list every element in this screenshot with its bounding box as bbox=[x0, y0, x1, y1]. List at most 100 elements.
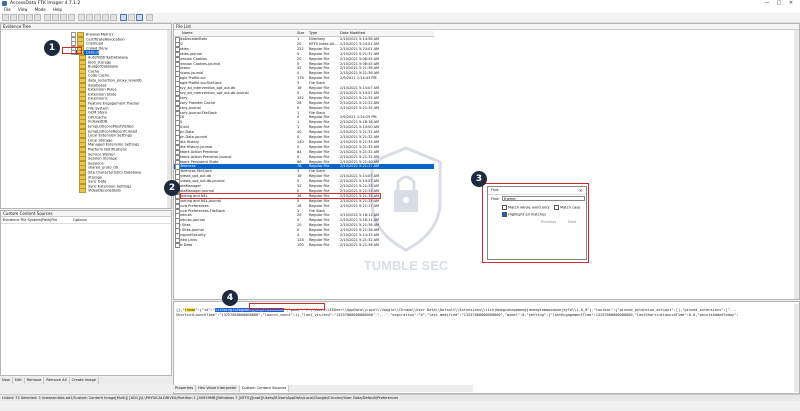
decrypt-icon[interactable] bbox=[86, 14, 93, 21]
file-name: Login Data-journal bbox=[175, 135, 207, 141]
remove-all-icon[interactable] bbox=[34, 14, 41, 21]
file-name-text: heavy_ad_intervention_opt_out.db bbox=[175, 86, 236, 90]
column-date-modified[interactable]: Date Modified bbox=[340, 31, 365, 36]
export-logical-image-icon[interactable] bbox=[60, 14, 67, 21]
hex-view-icon[interactable] bbox=[136, 14, 143, 21]
menu-mode[interactable]: Mode bbox=[35, 7, 46, 12]
preferences-row-highlight bbox=[180, 193, 381, 199]
column-type[interactable]: Type bbox=[309, 31, 317, 36]
file-row[interactable]: Favicons 52 Regular File 2/10/2021 5:21:36 … bbox=[174, 66, 434, 72]
file-row[interactable]: LOCK 0 Regular File 2/9/2021 1:24:25 PM bbox=[174, 115, 434, 121]
maximize-button[interactable]: □ bbox=[774, 0, 784, 7]
file-row[interactable]: Google Profile.ico.FileSlack 3 File Slack bbox=[174, 81, 434, 87]
file-type: File Slack bbox=[309, 110, 326, 115]
file-name-text: previews_opt_out.db-journal bbox=[175, 179, 225, 184]
export-files-icon[interactable] bbox=[94, 14, 101, 21]
menu-file[interactable]: File bbox=[4, 7, 11, 12]
file-row[interactable]: LOG 1 Regular File 2/10/2021 5:18:18 AM bbox=[174, 120, 434, 126]
create-custom-content-image-icon[interactable] bbox=[78, 14, 85, 21]
image-mounting-icon[interactable] bbox=[18, 14, 25, 21]
search-match-theme: theme bbox=[184, 308, 196, 312]
remove-all-button[interactable]: Remove All bbox=[44, 377, 70, 384]
file-row[interactable]: Cookies-journal 0 Regular File 2/10/2021 5:… bbox=[174, 51, 434, 58]
hex-scrollbar[interactable] bbox=[794, 304, 799, 392]
file-date: 2/10/2021 5:21:32 AM bbox=[340, 51, 380, 56]
file-name: VideoDecodeStats bbox=[175, 37, 207, 43]
file-name: Network Action Predictor bbox=[175, 149, 218, 156]
file-row[interactable]: History Provider Cache 26 Regular File 2/10… bbox=[174, 100, 434, 107]
file-icon bbox=[175, 242, 180, 249]
menu-view[interactable]: View bbox=[18, 7, 28, 12]
remove-button[interactable]: Remove bbox=[25, 377, 45, 384]
file-name: Shortcuts-journal bbox=[175, 218, 205, 224]
file-row[interactable]: Login Data-journal 0 Regular File 2/10/2021… bbox=[174, 135, 434, 141]
file-size: 1 bbox=[297, 110, 300, 115]
help-icon[interactable] bbox=[146, 14, 153, 21]
file-name-text: History Provider Cache bbox=[175, 100, 215, 105]
file-row[interactable]: $I30 20 NTFS Index All...2/10/2021 5:24:01… bbox=[174, 41, 434, 48]
tab-custom-content-sources[interactable]: Custom Content Sources bbox=[239, 385, 290, 392]
file-size: 52 bbox=[297, 66, 302, 71]
file-size: 16 bbox=[297, 203, 302, 208]
tab-properties[interactable]: Properties bbox=[173, 385, 197, 392]
file-size: 0 bbox=[297, 179, 300, 184]
file-name: LOCK bbox=[175, 115, 184, 121]
file-row[interactable]: History 192 Regular File 2/10/2021 5:21:35 … bbox=[174, 95, 434, 102]
file-date: 2/10/2021 5:14:07 AM bbox=[340, 90, 380, 95]
window-title: AccessData FTK Imager 4.7.1.2 bbox=[10, 1, 81, 6]
file-list-scrollbar[interactable] bbox=[794, 30, 799, 299]
add-evidence-icon[interactable] bbox=[2, 14, 9, 21]
column-size[interactable]: Size bbox=[297, 31, 304, 36]
file-type: Regular File bbox=[309, 125, 330, 130]
export-hash-list-icon[interactable] bbox=[102, 14, 109, 21]
file-name: History Provider Cache bbox=[175, 100, 215, 107]
file-name: Media History bbox=[175, 139, 199, 146]
file-row[interactable]: Login Data 40 Regular File 2/10/2021 5:21:3… bbox=[174, 130, 434, 136]
file-row[interactable]: Google Profile.ico 178 Regular File 2/9/202… bbox=[174, 76, 434, 82]
file-row[interactable]: History-journal 0 Regular File 2/10/2021 5:… bbox=[174, 105, 434, 112]
file-name: Preferences.FileSlack bbox=[175, 169, 212, 175]
file-size: 0 bbox=[297, 135, 300, 139]
file-date: 2/10/2021 5:24:01 AM bbox=[340, 46, 380, 51]
file-type: Regular File bbox=[309, 228, 330, 233]
minimize-button[interactable]: — bbox=[762, 0, 772, 7]
file-row[interactable]: heavy_ad_intervention_opt_out.db-journal… bbox=[174, 90, 434, 97]
file-type: Regular File bbox=[309, 86, 330, 90]
edit-button[interactable]: Edit bbox=[13, 377, 25, 384]
file-row[interactable]: Extension Cookies-journal 0 Regular File 2/… bbox=[174, 61, 434, 67]
column-name[interactable]: Name bbox=[182, 31, 193, 36]
export-disk-image-icon[interactable] bbox=[52, 14, 59, 21]
menu-help[interactable]: Help bbox=[53, 7, 62, 12]
create-image-icon[interactable] bbox=[44, 14, 51, 21]
close-button[interactable]: ✕ bbox=[786, 0, 796, 7]
file-size: 0 bbox=[297, 61, 300, 66]
auto-view-icon[interactable] bbox=[120, 14, 127, 21]
file-size: 78 bbox=[297, 164, 302, 169]
custom-content-panel: Custom Content Sources Evidence File Sys… bbox=[0, 210, 172, 376]
file-name: Google Profile.ico bbox=[175, 76, 206, 82]
new-button[interactable]: New bbox=[0, 377, 13, 384]
file-row[interactable]: Extension Cookies 20 Regular File 2/10/2021… bbox=[174, 56, 434, 63]
file-row[interactable]: heavy_ad_intervention_opt_out.db 16 Regula… bbox=[174, 86, 434, 92]
file-row[interactable]: Favicons-journal 0 Regular File 2/10/2021 5… bbox=[174, 71, 434, 77]
remove-evidence-icon[interactable] bbox=[26, 14, 33, 21]
file-type: Regular File bbox=[309, 149, 330, 154]
verify-drive-icon[interactable] bbox=[110, 14, 117, 21]
bottom-tabs: Properties Hex Value Interpreter Custom Co… bbox=[173, 385, 473, 392]
file-row[interactable]: Cookies 252 Regular File 2/10/2021 5:24:01 … bbox=[174, 46, 434, 53]
file-size: 0 bbox=[297, 90, 300, 95]
file-row[interactable]: LOG.old 1 Regular File 2/10/2021 5:14:00 AM bbox=[174, 125, 434, 131]
tree-item[interactable]: VideoDecodeStats bbox=[79, 188, 121, 194]
file-name: Favicons-journal bbox=[175, 71, 203, 77]
file-size: 3 bbox=[297, 169, 300, 174]
file-row[interactable]: VideoDecodeStats 1 Directory 2/10/2021 5:14… bbox=[174, 37, 434, 43]
tab-hex-value-interpreter[interactable]: Hex Value Interpreter bbox=[196, 385, 240, 392]
add-to-custom-content-icon[interactable] bbox=[68, 14, 75, 21]
text-view-icon[interactable] bbox=[128, 14, 135, 21]
create-image-button[interactable]: Create Image bbox=[70, 377, 99, 384]
file-size: 0 bbox=[297, 198, 300, 203]
file-row[interactable]: History-journal.FileSlack 1 File Slack bbox=[174, 110, 434, 116]
add-all-drives-icon[interactable] bbox=[10, 14, 17, 21]
file-type: Regular File bbox=[309, 203, 330, 208]
file-type: Regular File bbox=[309, 139, 330, 144]
